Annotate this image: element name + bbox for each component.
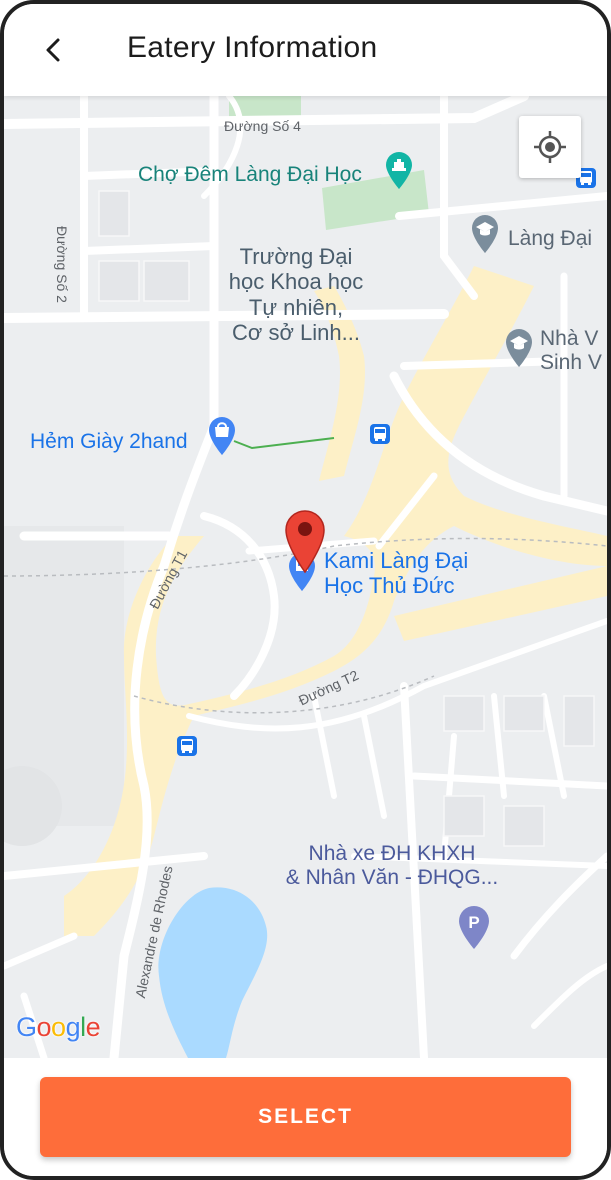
school-icon[interactable] — [470, 212, 500, 254]
google-logo: Google — [16, 1012, 101, 1042]
poi-university-label: Trường Đại học Khoa học Tự nhiên, Cơ sở … — [228, 244, 364, 345]
shopping-bag-icon[interactable] — [207, 414, 237, 456]
svg-text:P: P — [468, 913, 479, 932]
bottom-bar: SELECT — [4, 1058, 607, 1176]
map-pin-icon[interactable] — [283, 508, 327, 574]
app-header: Eatery Information — [4, 4, 607, 96]
page-title: Eatery Information — [127, 31, 378, 64]
map-view[interactable]: Đường Số 4 Đường Số 2 Đường T1 Đường T2 … — [4, 96, 607, 1058]
my-location-icon — [534, 131, 566, 163]
phone-frame: Eatery Information Đường Số 4 Đường Số 2… — [0, 0, 611, 1180]
bus-stop-icon[interactable] — [370, 424, 390, 444]
school-icon[interactable] — [504, 326, 534, 368]
street-label: Đường Số 2 — [54, 226, 70, 303]
poi-kami-label: Kami Làng Đại Học Thủ Đức — [324, 548, 469, 599]
parking-icon[interactable]: P — [457, 904, 491, 950]
poi-shoe-shop-label: Hẻm Giày 2hand — [30, 430, 188, 453]
poi-nha-v-label: Nhà V Sinh V — [540, 327, 602, 375]
poi-parking-label: Nhà xe ĐH KHXH & Nhân Văn - ĐHQG... — [285, 842, 499, 890]
chevron-left-icon — [46, 38, 60, 62]
landmark-icon[interactable] — [384, 150, 414, 190]
bus-stop-icon[interactable] — [177, 736, 197, 756]
select-button[interactable]: SELECT — [40, 1077, 571, 1157]
poi-market-label: Chợ Đêm Làng Đại Học — [138, 163, 362, 186]
poi-lang-dai-label: Làng Đại — [508, 227, 593, 250]
my-location-button[interactable] — [519, 116, 581, 178]
street-label: Đường Số 4 — [224, 118, 301, 134]
back-button[interactable] — [34, 30, 74, 70]
